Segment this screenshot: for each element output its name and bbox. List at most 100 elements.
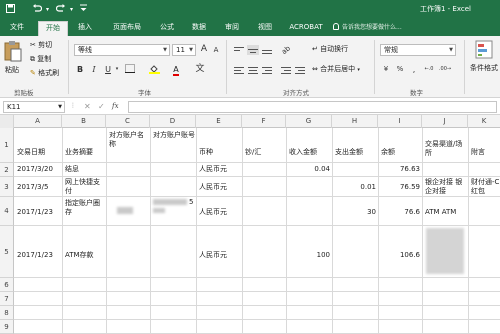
cell-expense[interactable]: 30 [335,208,376,217]
save-icon[interactable] [6,4,15,17]
cell-summary[interactable]: ATM存款 [65,251,94,260]
underline-button[interactable]: U [102,64,114,75]
tab-home[interactable]: 开始 [38,21,68,36]
orientation-button[interactable]: ab [280,44,292,56]
cancel-icon[interactable]: ✕ [84,102,91,111]
increase-indent-icon[interactable] [294,65,306,75]
enter-icon[interactable]: ✓ [98,102,105,111]
redo-icon[interactable] [55,4,66,17]
name-box[interactable]: K11 ▼ [3,101,65,113]
tab-file[interactable]: 文件 [4,19,30,36]
column-header-c[interactable]: C [106,115,150,128]
column-header-j[interactable]: J [422,115,468,128]
align-bottom-icon[interactable] [261,45,273,55]
borders-button[interactable] [124,64,136,75]
percent-button[interactable]: % [394,64,406,75]
cell-balance[interactable]: 76.59 [381,183,420,192]
tab-formulas[interactable]: 公式 [154,19,180,36]
row-header-5[interactable]: 5 [0,226,14,278]
column-header-i[interactable]: I [378,115,422,128]
cell-date[interactable]: 2017/1/23 [17,208,53,217]
row-header-9[interactable]: 9 [0,320,14,334]
tab-page-layout[interactable]: 页面布局 [105,19,149,36]
insert-function-button[interactable]: fx [112,102,119,110]
cell-account-suffix[interactable]: 5 [189,198,193,207]
cell-currency[interactable]: 人民币元 [199,208,227,217]
font-color-button[interactable]: A [170,64,182,76]
cell-summary[interactable]: 结息 [65,165,79,174]
merge-center-button[interactable]: ⇔ 合并后居中 ▾ [312,65,360,75]
font-name-select[interactable]: 等线 ▼ [74,44,170,56]
decrease-decimal-button[interactable]: .00→ [438,64,452,75]
underline-dropdown-icon[interactable]: ▾ [114,64,120,75]
cell-income[interactable]: 100 [289,251,330,260]
fill-color-button[interactable] [148,64,160,75]
row-header-4[interactable]: 4 [0,197,14,226]
italic-button[interactable]: I [88,64,100,75]
tab-data[interactable]: 数据 [186,19,212,36]
grow-font-button[interactable]: A [198,44,210,55]
cell-date[interactable]: 2017/1/23 [17,251,53,260]
cell-income[interactable]: 0.04 [289,165,330,174]
undo-icon[interactable] [32,4,43,17]
comma-button[interactable]: , [408,64,420,75]
copy-button[interactable]: ⧉ 复制 [30,55,51,64]
tab-insert[interactable]: 插入 [72,19,98,36]
row-header-7[interactable]: 7 [0,292,14,306]
row-header-2[interactable]: 2 [0,163,14,177]
phonetic-button[interactable]: 文 [194,64,206,75]
cell-balance[interactable]: 76.6 [381,208,420,217]
cell-balance[interactable]: 106.6 [381,251,420,260]
cell-channel[interactable]: ATM ATM [425,208,456,217]
tab-review[interactable]: 审阅 [219,19,245,36]
column-header-d[interactable]: D [150,115,196,128]
row-header-3[interactable]: 3 [0,177,14,197]
wrap-text-button[interactable]: ↵ 自动换行 [312,45,348,54]
font-size-select[interactable]: 11 ▼ [172,44,196,56]
cell-currency[interactable]: 人民币元 [199,251,227,260]
column-header-b[interactable]: B [62,115,106,128]
cut-button[interactable]: ✂ 剪切 [30,41,52,50]
cell-currency[interactable]: 人民币元 [199,165,227,174]
align-left-icon[interactable] [233,65,245,75]
tab-view[interactable]: 视图 [252,19,278,36]
cell-balance[interactable]: 76.63 [381,165,420,174]
cell-note[interactable]: 财付通-C红包 [471,178,500,196]
cell-summary[interactable]: 指定账户圈存 [65,199,105,217]
formula-input[interactable] [128,101,497,113]
align-center-icon[interactable] [247,65,259,75]
format-painter-button[interactable]: ✎ 格式刷 [30,69,59,78]
align-middle-icon[interactable] [247,45,259,55]
bold-button[interactable]: B [74,64,86,75]
undo-dropdown-icon[interactable]: ▾ [46,4,49,15]
column-header-h[interactable]: H [332,115,378,128]
column-header-f[interactable]: F [242,115,286,128]
cell-expense[interactable]: 0.01 [335,183,376,192]
select-all-corner[interactable] [0,115,14,128]
paste-button[interactable]: 粘贴 [4,40,24,80]
number-format-select[interactable]: 常规 ▼ [380,44,456,56]
column-header-k[interactable]: K [468,115,500,128]
tab-acrobat[interactable]: ACROBAT [284,19,328,36]
row-header-8[interactable]: 8 [0,306,14,320]
conditional-formatting-button[interactable]: 条件格式 [470,40,500,80]
column-header-g[interactable]: G [286,115,332,128]
align-top-icon[interactable] [233,45,245,55]
decrease-indent-icon[interactable] [280,65,292,75]
redo-dropdown-icon[interactable]: ▾ [70,4,73,15]
currency-button[interactable]: ¥ [380,64,392,75]
align-right-icon[interactable] [261,65,273,75]
column-header-e[interactable]: E [196,115,242,128]
cell-currency[interactable]: 人民币元 [199,183,227,192]
shrink-font-button[interactable]: A [210,45,222,56]
customize-qat-icon[interactable] [80,3,87,17]
cell-date[interactable]: 2017/3/5 [17,183,48,192]
tell-me-search[interactable]: 告诉我您想要做什么... [333,23,458,33]
cell-channel[interactable]: 银企对接 银企对接 [425,178,467,196]
increase-decimal-button[interactable]: ←.0 [422,64,436,75]
cell-date[interactable]: 2017/3/20 [17,165,53,174]
column-header-a[interactable]: A [14,115,62,128]
cell-summary[interactable]: 网上快捷支付 [65,178,105,196]
row-header-1[interactable]: 1 [0,128,14,163]
worksheet-grid[interactable]: 1 2 3 4 5 6 7 8 9 交易日期 业务摘要 对方账户名称 对方账户账… [0,128,500,334]
